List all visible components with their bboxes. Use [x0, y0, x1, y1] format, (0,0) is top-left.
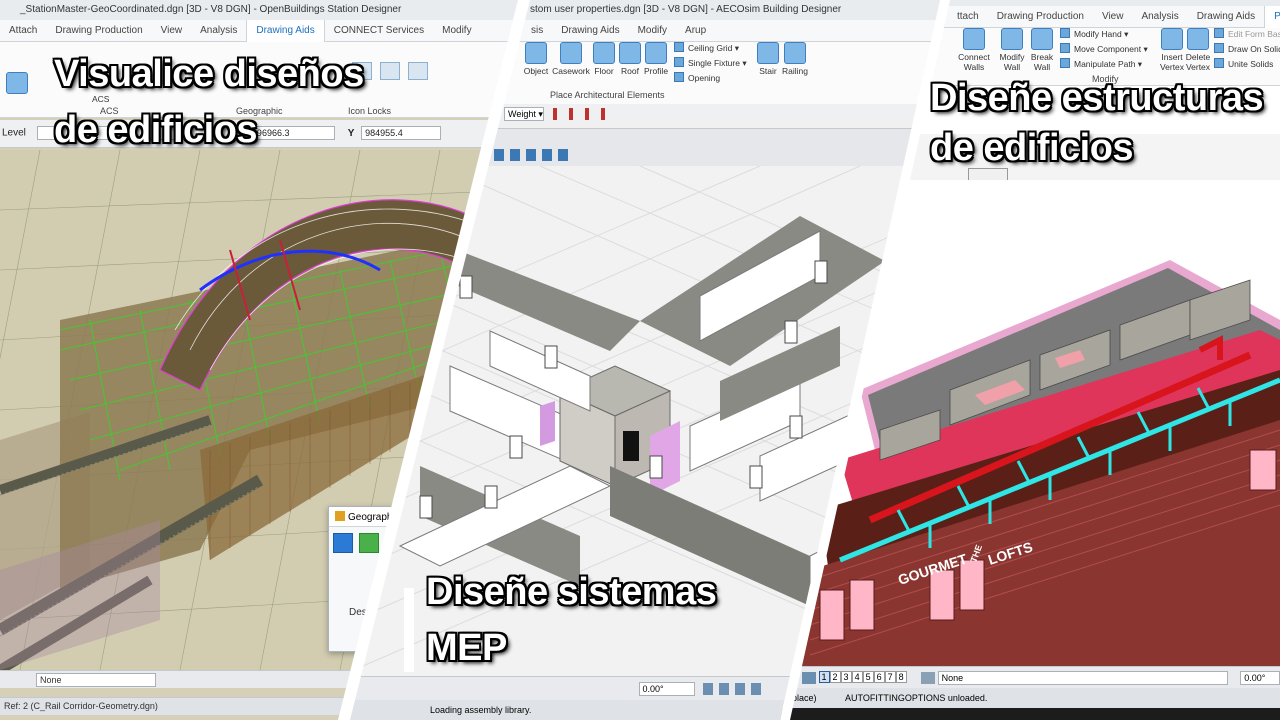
- divider-right: [780, 0, 950, 720]
- overlay-mep-line1: Diseñe sistemas: [426, 571, 717, 613]
- overlay-visualize-line1: Visualice diseños: [54, 53, 364, 95]
- overlay-structures-line2: de edificios: [930, 127, 1134, 169]
- overlay-structures-line1: Diseñe estructuras: [930, 77, 1264, 119]
- caption-bar: [404, 588, 414, 672]
- overlay-mep-line2: MEP: [426, 627, 507, 669]
- overlay-visualize-line2: de edificios: [54, 109, 258, 151]
